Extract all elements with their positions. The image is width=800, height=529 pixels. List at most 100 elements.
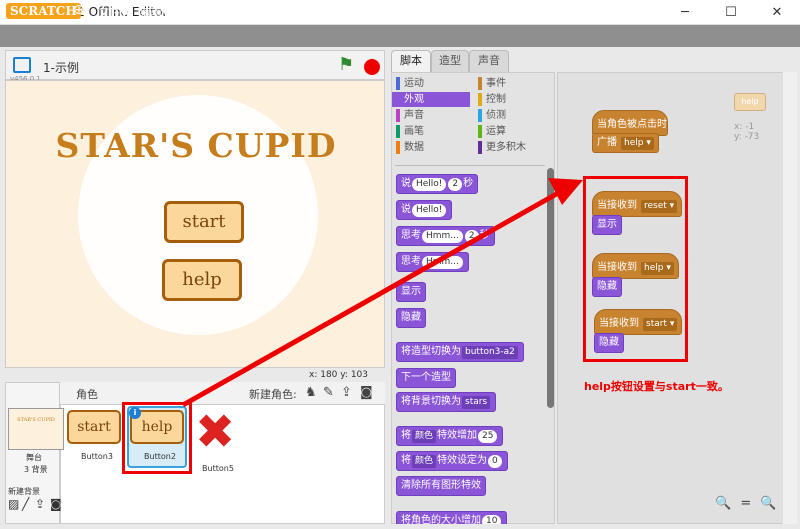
category-1[interactable]: 事件 <box>474 76 552 91</box>
sprites-label: 角色 <box>76 388 98 401</box>
backdrop-count: 3 背景 <box>24 465 48 474</box>
maximize-button[interactable]: ☐ <box>708 0 754 25</box>
upload-sprite-icon[interactable]: ⇪ <box>341 385 352 400</box>
category-label: 更多积木 <box>486 142 526 153</box>
palette-blocks: 说 Hello! 2 秒说 Hello! 思考 Hmm... 2 秒思考 Hmm... 显示隐藏将造… <box>394 170 544 524</box>
palette-block[interactable]: 将颜色 特效增加 25 <box>396 426 504 446</box>
category-5[interactable]: 侦测 <box>474 108 552 123</box>
category-label: 数据 <box>404 142 424 153</box>
palette-block[interactable]: 将背景切换为 stars <box>396 392 497 412</box>
stage-canvas[interactable]: STAR'S CUPID start help <box>5 80 385 368</box>
annotation-note: help按钮设置与start一致。 <box>584 380 729 393</box>
block-number-input[interactable]: 25 <box>478 430 498 443</box>
paint-backdrop-icon[interactable]: ╱ <box>22 497 29 511</box>
upload-backdrop-icon[interactable]: ⇪ <box>35 497 45 511</box>
sprite-name: Button5 <box>202 464 234 473</box>
palette-block[interactable]: 将造型切换为 button3-a2 <box>396 342 524 362</box>
tab-sounds[interactable]: 声音 <box>469 50 509 72</box>
category-label: 运动 <box>404 78 424 89</box>
palette-block[interactable]: 思考 Hmm... 2 秒 <box>396 226 495 246</box>
block-input[interactable]: Hello! <box>412 178 447 191</box>
block-label: 将造型切换为 <box>401 346 461 357</box>
duplicate-stamp-icon[interactable]: ⬇ <box>393 2 405 18</box>
block-dropdown[interactable]: stars <box>462 396 491 409</box>
new-sprite-label: 新建角色: <box>249 388 297 401</box>
camera-backdrop-icon[interactable]: ◙ <box>50 497 62 511</box>
minimize-button[interactable]: ─ <box>662 0 708 25</box>
sprite-tile-button3[interactable]: start Button3 <box>67 410 127 466</box>
block-dropdown[interactable]: 颜色 <box>412 455 437 468</box>
zoom-in-icon[interactable]: 🔍 <box>760 496 776 511</box>
broadcast-dropdown[interactable]: help ▾ <box>621 137 654 150</box>
zoom-out-icon[interactable]: 🔍 <box>715 496 731 511</box>
block-dropdown[interactable]: 颜色 <box>412 430 437 443</box>
palette-block[interactable]: 将角色的大小增加 10 <box>396 511 508 524</box>
block-number-input[interactable]: 10 <box>482 515 502 524</box>
palette-scrollbar[interactable] <box>547 168 554 408</box>
scripts-scrollbar[interactable] <box>782 72 797 524</box>
current-sprite-preview: help <box>734 93 766 111</box>
help-icon[interactable]: ? <box>477 2 484 18</box>
shrink-icon[interactable]: ⤡ <box>457 2 468 18</box>
menu-tips[interactable]: 提示 <box>181 4 203 20</box>
paint-sprite-icon[interactable]: ✎ <box>323 385 334 400</box>
scratch-logo[interactable]: SCRATCH <box>6 3 81 19</box>
category-3[interactable]: 控制 <box>474 92 552 107</box>
palette-block[interactable]: 将颜色 特效设定为 0 <box>396 451 508 471</box>
stage-help-sprite[interactable]: help <box>162 259 242 301</box>
red-x-sprite-icon[interactable]: ✖ <box>195 408 235 456</box>
menu-about[interactable]: 关于 <box>212 4 234 20</box>
block-input[interactable]: Hmm... <box>422 230 463 243</box>
stage-start-sprite[interactable]: start <box>164 201 244 243</box>
delete-scissors-icon[interactable]: ✂ <box>415 2 427 18</box>
category-0[interactable]: 运动 <box>392 76 470 91</box>
block-number-input[interactable]: 2 <box>464 230 479 243</box>
palette-block[interactable]: 思考 Hmm... <box>396 252 469 272</box>
category-7[interactable]: 运算 <box>474 124 552 139</box>
zoom-reset-icon[interactable]: = <box>740 496 751 511</box>
category-9[interactable]: 更多积木 <box>474 140 552 155</box>
new-backdrop-label: 新建背景 <box>8 487 40 496</box>
category-6[interactable]: 画笔 <box>392 124 470 139</box>
sprite-name: Button3 <box>81 452 113 461</box>
menu-file[interactable]: 文件▼ <box>98 4 128 20</box>
block-label: 将 <box>401 455 411 466</box>
category-color-swatch <box>478 93 482 106</box>
close-button[interactable]: ✕ <box>754 0 800 25</box>
palette-block[interactable]: 清除所有图形特效 <box>396 476 486 496</box>
sprite-thumb: start <box>67 410 121 444</box>
palette-block[interactable]: 隐藏 <box>396 308 426 328</box>
annotation-box-sprite <box>122 402 192 474</box>
block-number-input[interactable]: 2 <box>448 178 463 191</box>
block-input[interactable]: Hello! <box>412 204 447 217</box>
block-dropdown[interactable]: button3-a2 <box>462 346 518 359</box>
tab-costumes[interactable]: 造型 <box>431 50 469 72</box>
palette-block[interactable]: 下一个造型 <box>396 368 456 388</box>
grow-icon[interactable]: ⤢ <box>436 2 447 18</box>
stage-thumbnail[interactable]: STAR'S CUPID <box>8 408 64 450</box>
menu-edit[interactable]: 编辑▼ <box>140 4 170 20</box>
globe-icon[interactable]: ⊕ <box>73 2 85 18</box>
category-4[interactable]: 声音 <box>392 108 470 123</box>
category-color-swatch <box>396 125 400 138</box>
category-8[interactable]: 数据 <box>392 140 470 155</box>
palette-block[interactable]: 说 Hello! <box>396 200 453 220</box>
palette-block[interactable]: 说 Hello! 2 秒 <box>396 174 479 194</box>
broadcast-value: help <box>624 138 644 148</box>
camera-sprite-icon[interactable]: ◙ <box>360 385 373 400</box>
broadcast-block[interactable]: 广播 help ▾ <box>592 133 659 153</box>
block-input[interactable]: Hmm... <box>422 256 463 269</box>
category-2[interactable]: 外观 <box>392 92 470 107</box>
stop-button[interactable] <box>364 59 380 75</box>
sprite-library-icon[interactable]: ♞ <box>305 385 317 400</box>
block-categories: 运动 事件 外观 控制 声音 侦测 画笔 运算数据 更多积木 <box>392 76 552 162</box>
project-name[interactable]: 1-示例 <box>43 59 79 76</box>
block-number-input[interactable]: 0 <box>488 455 502 468</box>
backdrop-library-icon[interactable]: ▨ <box>8 497 19 511</box>
tab-scripts[interactable]: 脚本 <box>391 50 431 72</box>
palette-block[interactable]: 显示 <box>396 282 426 302</box>
block-label: 显示 <box>401 286 421 297</box>
green-flag-icon[interactable]: ⚑ <box>338 54 354 75</box>
block-label-suffix: 特效增加 <box>437 430 478 441</box>
fullscreen-icon[interactable] <box>13 57 31 73</box>
